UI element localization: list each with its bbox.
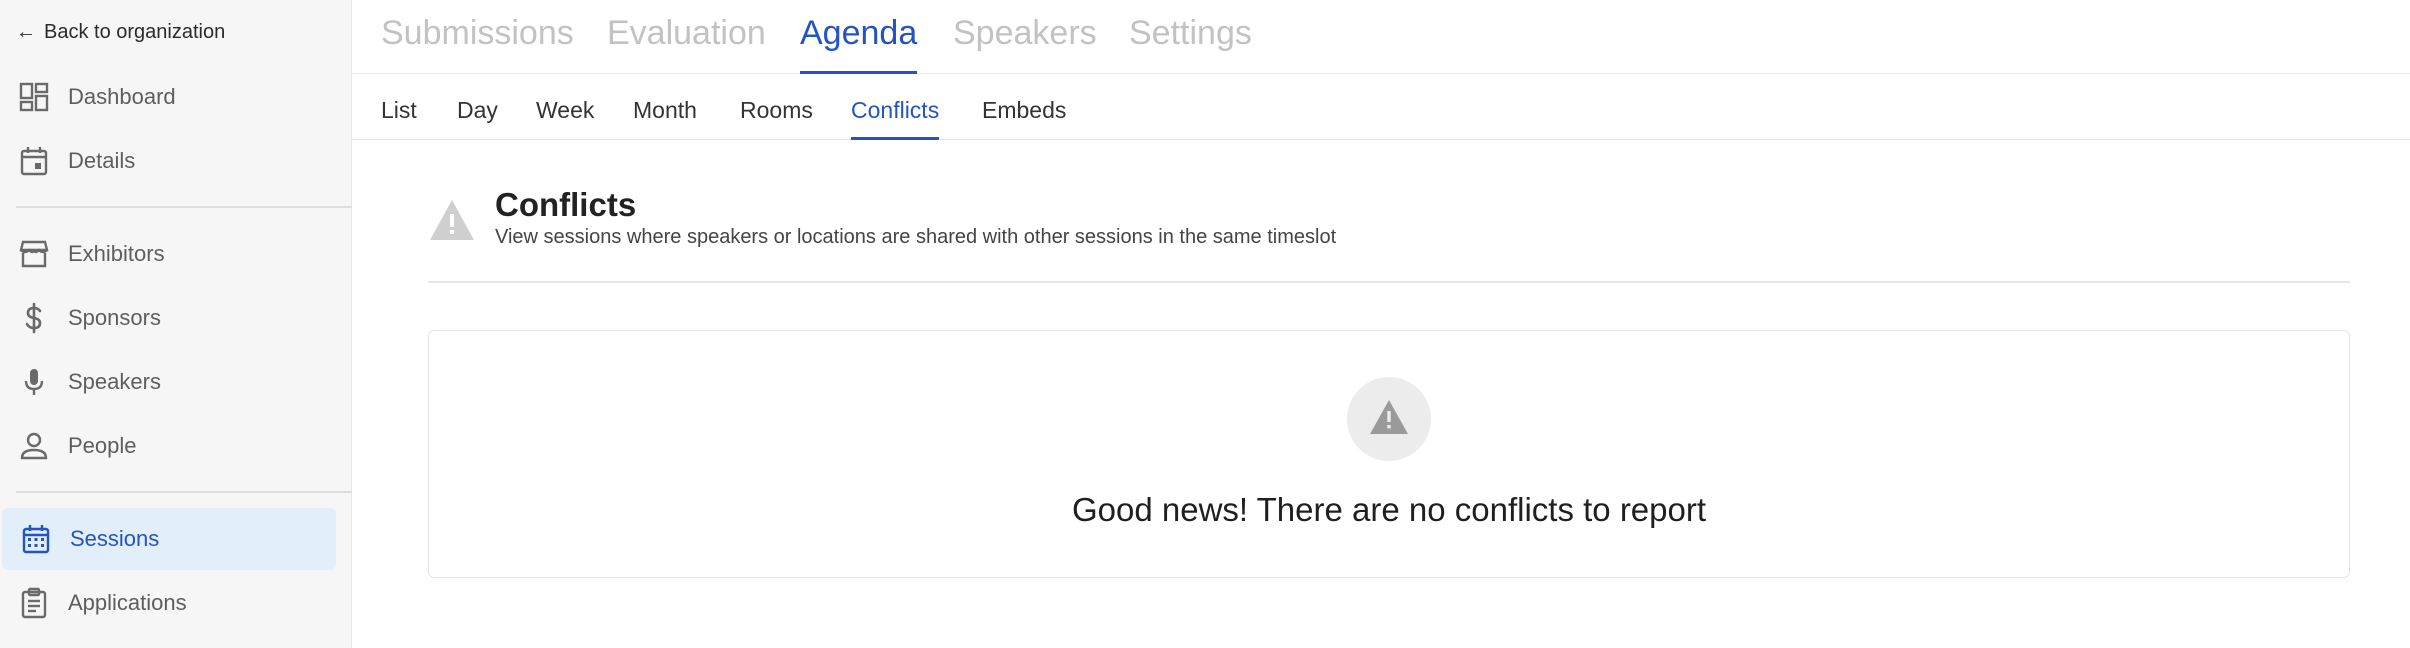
dollar-icon <box>17 301 51 335</box>
empty-state-card: Good news! There are no conflicts to rep… <box>428 330 2350 578</box>
sidebar-item-label: Sessions <box>70 526 160 551</box>
empty-state-icon-circle <box>1347 377 1431 461</box>
sidebar-item-label: Dashboard <box>68 84 176 109</box>
top-tabs: Submissions Evaluation Agenda Speakers S… <box>352 0 2410 74</box>
subtab-month[interactable]: Month <box>633 97 697 140</box>
dashboard-icon <box>17 80 51 114</box>
sidebar-item-applications[interactable]: Applications <box>0 572 336 634</box>
sidebar-divider <box>16 491 352 493</box>
sidebar-item-details[interactable]: Details <box>0 130 336 192</box>
subtab-embeds[interactable]: Embeds <box>982 97 1066 140</box>
tab-speakers[interactable]: Speakers <box>953 14 1097 74</box>
sidebar-item-label: Details <box>68 148 136 173</box>
calendar-icon <box>17 144 51 178</box>
sidebar-item-sessions[interactable]: Sessions <box>2 508 336 570</box>
page-title: Conflicts <box>495 186 637 223</box>
header-divider <box>428 281 2350 283</box>
sidebar-item-dashboard[interactable]: Dashboard <box>0 66 336 128</box>
tab-evaluation[interactable]: Evaluation <box>607 14 766 74</box>
sidebar-item-speakers[interactable]: Speakers <box>0 351 336 413</box>
sidebar-item-label: Speakers <box>68 369 161 394</box>
subtab-conflicts[interactable]: Conflicts <box>851 97 940 140</box>
sidebar-item-label: Exhibitors <box>68 241 165 266</box>
sidebar-item-label: Applications <box>68 590 187 615</box>
back-to-organization-link[interactable]: ← Back to organization <box>16 18 225 46</box>
tab-agenda[interactable]: Agenda <box>800 14 918 74</box>
calendar-grid-icon <box>19 522 53 556</box>
sidebar-item-sponsors[interactable]: Sponsors <box>0 287 336 349</box>
storefront-icon <box>17 237 51 271</box>
subtab-day[interactable]: Day <box>457 97 498 140</box>
empty-state-message: Good news! There are no conflicts to rep… <box>1071 491 1707 528</box>
tab-submissions[interactable]: Submissions <box>381 14 574 74</box>
subtab-list[interactable]: List <box>381 97 417 140</box>
arrow-left-icon: ← <box>16 21 36 43</box>
page-subtitle: View sessions where speakers or location… <box>495 226 1337 248</box>
warning-icon <box>1369 399 1409 440</box>
sub-tabs: List Day Week Month Rooms Conflicts Embe… <box>352 75 2410 140</box>
person-icon <box>17 429 51 463</box>
back-link-label: Back to organization <box>44 20 226 43</box>
warning-icon <box>428 198 476 242</box>
microphone-icon <box>17 365 51 399</box>
sidebar-item-people[interactable]: People <box>0 415 336 477</box>
tab-settings[interactable]: Settings <box>1129 14 1252 74</box>
subtab-rooms[interactable]: Rooms <box>740 97 813 140</box>
sidebar-item-exhibitors[interactable]: Exhibitors <box>0 223 336 285</box>
sidebar-item-label: People <box>68 433 137 458</box>
clipboard-icon <box>17 586 51 620</box>
sidebar: ← Back to organization Dashboard Details… <box>0 0 352 648</box>
sidebar-divider <box>16 206 352 208</box>
subtab-week[interactable]: Week <box>536 97 594 140</box>
sidebar-item-label: Sponsors <box>68 305 161 330</box>
